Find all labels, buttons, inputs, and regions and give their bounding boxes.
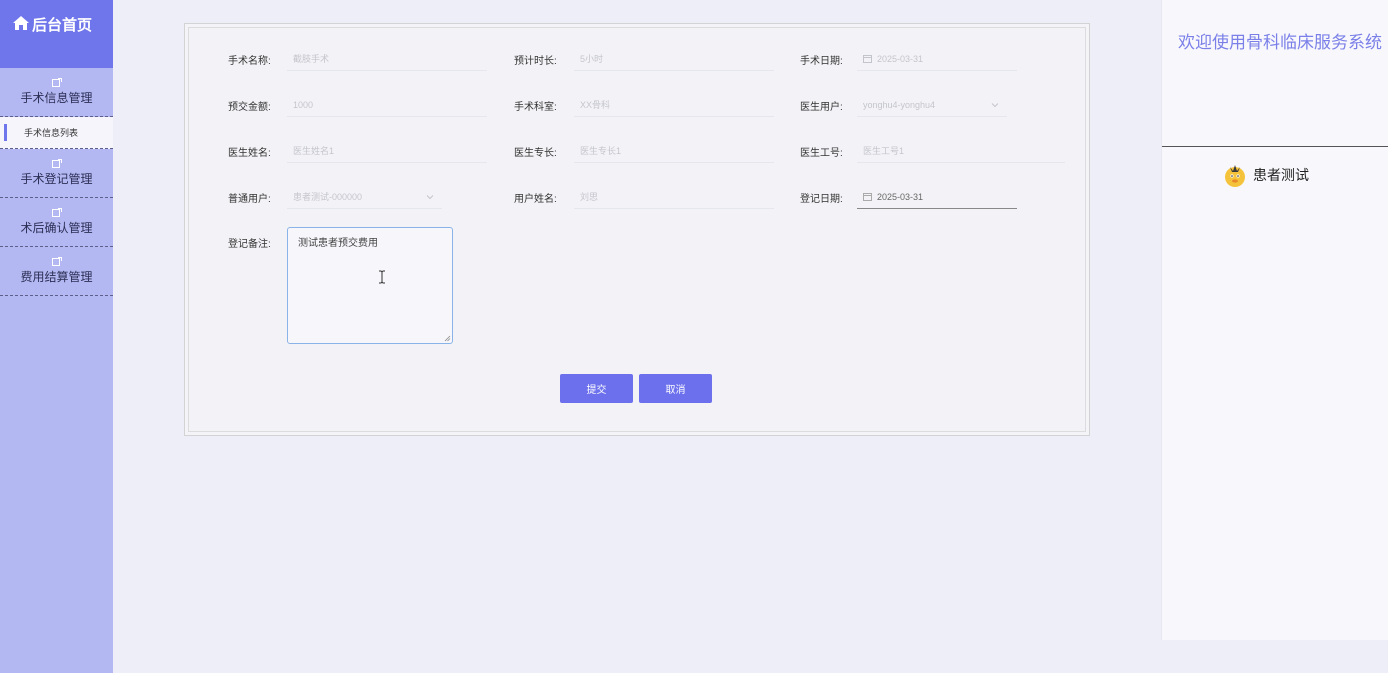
doctor-specialty-value: 医生专长1 [580,146,622,156]
deposit-value: 1000 [293,99,314,110]
surgery-date-picker[interactable]: 2025-03-31 [857,47,1017,71]
patient-name-input[interactable]: 刘思 [574,185,774,209]
surgery-date-value: 2025-03-31 [877,53,924,64]
register-date-picker[interactable]: 2025-03-31 [857,185,1017,209]
doctor-id-input[interactable]: 医生工号1 [857,139,1065,163]
field-label: 医生专长: [514,147,557,159]
field-patient-name: 用户姓名: [514,185,557,209]
brand-label: 后台首页 [32,17,93,34]
right-panel: 欢迎使用骨科临床服务系统 患者测试 [1161,0,1388,640]
chevron-down-icon [991,103,999,108]
field-doctor-specialty: 医生专长: [514,139,557,163]
remark-value: 测试患者预交费用 [298,238,378,249]
field-label: 医生姓名: [228,147,271,159]
sidebar-subitem-surgery-list[interactable]: 手术信息列表 [0,117,113,149]
sidebar-item-label: 术后确认管理 [20,221,93,235]
calendar-icon [863,193,872,201]
sidebar-item-label: 手术信息管理 [20,91,93,105]
sidebar-item-label: 手术登记管理 [20,172,93,186]
field-doctor-id: 医生工号: [800,139,843,163]
sidebar-item-surgery-info[interactable]: 手术信息管理 [0,68,113,117]
duration-input[interactable]: 5小时 [574,47,774,71]
register-form: 手术名称: 截肢手术 预计时长: 5小时 手术日期: 2025-03-31 预交… [188,27,1086,432]
field-duration: 预计时长: [514,47,557,71]
sidebar-subitem-label: 手术信息列表 [24,128,79,138]
field-deposit: 预交金额: [228,93,271,117]
doctor-id-value: 医生工号1 [863,146,905,156]
field-label: 手术名称: [228,55,271,67]
field-register-date: 登记日期: [800,185,843,209]
doctor-specialty-input[interactable]: 医生专长1 [574,139,774,163]
doctor-user-value: yonghu4-yonghu4 [863,99,936,110]
user-info[interactable]: 患者测试 [1222,162,1309,188]
patient-user-select[interactable]: 患者测试-000000 [287,185,442,209]
welcome-title: 欢迎使用骨科临床服务系统 [1178,33,1382,52]
text-cursor-icon [379,270,385,284]
field-department: 手术科室: [514,93,557,117]
cancel-button[interactable]: 取消 [639,374,712,403]
sidebar-item-label: 费用结算管理 [20,270,93,284]
divider [1162,146,1388,147]
home-link[interactable]: 后台首页 [0,0,113,68]
field-surgery-date: 手术日期: [800,47,843,71]
field-label: 医生工号: [800,147,843,159]
field-remark: 登记备注: [228,230,271,254]
register-form-panel: 手术名称: 截肢手术 预计时长: 5小时 手术日期: 2025-03-31 预交… [184,23,1090,436]
user-name: 患者测试 [1253,167,1309,183]
field-label: 预计时长: [514,55,557,67]
surgery-name-value: 截肢手术 [293,54,330,64]
field-label: 预交金额: [228,101,271,113]
field-surgery-name: 手术名称: [228,47,271,71]
field-label: 手术日期: [800,55,843,67]
chevron-down-icon [426,195,434,200]
duration-value: 5小时 [580,54,604,64]
field-label: 医生用户: [800,101,843,113]
sidebar-item-postop-confirm[interactable]: 术后确认管理 [0,198,113,247]
field-label: 普通用户: [228,193,271,205]
edit-icon [51,159,62,168]
field-patient-user: 普通用户: [228,185,271,209]
department-input[interactable]: XX骨科 [574,93,774,117]
edit-icon [51,257,62,266]
field-doctor-user: 医生用户: [800,93,843,117]
doctor-user-select[interactable]: yonghu4-yonghu4 [857,93,1007,117]
calendar-icon [863,55,872,63]
doctor-name-input[interactable]: 医生姓名1 [287,139,487,163]
sidebar-item-surgery-register[interactable]: 手术登记管理 [0,149,113,198]
field-label: 登记日期: [800,193,843,205]
resize-handle-icon[interactable] [444,335,451,342]
sidebar-item-fee-settlement[interactable]: 费用结算管理 [0,247,113,296]
sidebar: 后台首页 手术信息管理 手术信息列表 手术登记管理 术后确认管理 费用结算管理 [0,0,113,673]
field-label: 用户姓名: [514,193,557,205]
patient-name-value: 刘思 [580,192,599,202]
field-doctor-name: 医生姓名: [228,139,271,163]
cartoon-avatar-icon [1225,165,1245,187]
doctor-name-value: 医生姓名1 [293,146,335,156]
edit-icon [51,208,62,217]
home-icon [13,16,29,30]
patient-user-value: 患者测试-000000 [293,192,363,202]
field-label: 手术科室: [514,101,557,113]
department-value: XX骨科 [580,100,611,110]
edit-icon [51,78,62,87]
remark-textarea[interactable]: 测试患者预交费用 [287,227,453,344]
submit-button[interactable]: 提交 [560,374,633,403]
field-label: 登记备注: [228,238,271,250]
surgery-name-input[interactable]: 截肢手术 [287,47,487,71]
deposit-input[interactable]: 1000 [287,93,487,117]
register-date-value: 2025-03-31 [877,191,924,202]
